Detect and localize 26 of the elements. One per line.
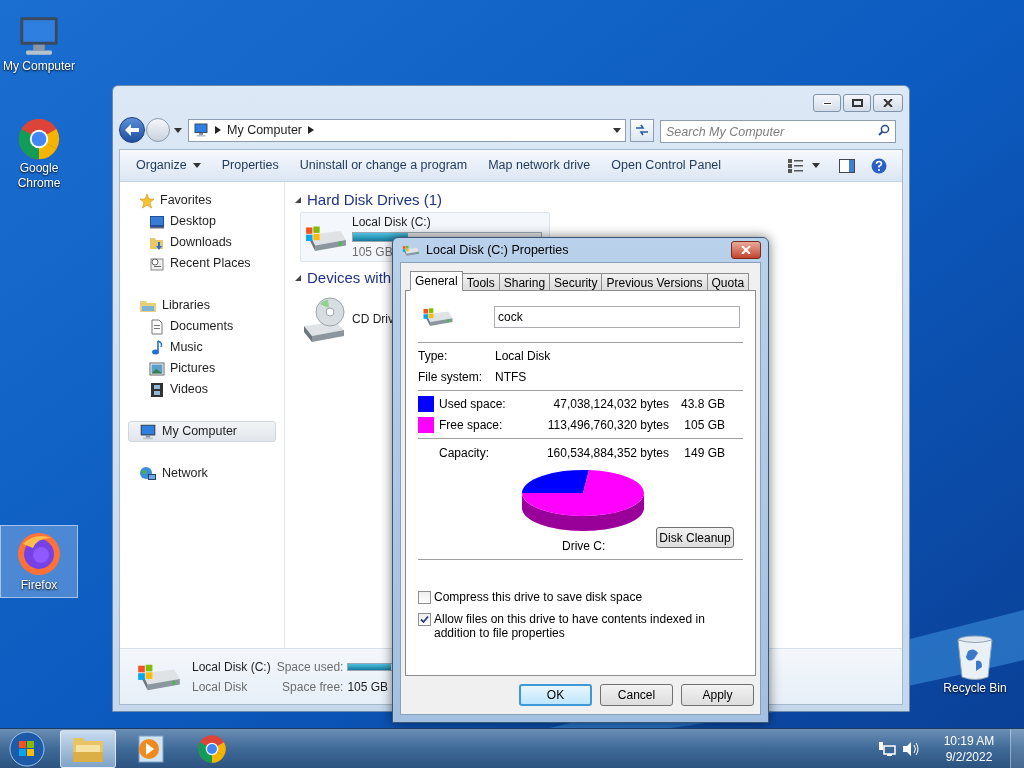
- free-space-value: 105 GB: [347, 678, 390, 696]
- property-value: NTFS: [495, 369, 527, 386]
- drive-name: Local Disk (C:): [192, 658, 271, 676]
- property-label: Type:: [418, 348, 449, 365]
- byte-count: 47,038,124,032 bytes: [552, 396, 669, 413]
- property-value: Local Disk: [495, 348, 551, 365]
- drive-name: Local Disk (C:): [352, 214, 431, 231]
- field-label: Space used:: [276, 658, 344, 676]
- group-header: Hard Disk Drives (1): [307, 189, 442, 210]
- checkbox-label: Compress this drive to save disk space: [434, 590, 643, 604]
- drive-type: Local Disk: [192, 678, 249, 696]
- size-value: 105 GB: [683, 417, 725, 434]
- usage-label: Free space:: [439, 417, 504, 434]
- group-header: Devices with: [307, 267, 392, 288]
- checkbox-label: Allow files on this drive to have contents indexed in addition to file properties: [434, 612, 706, 640]
- drive-free-space: 105 GB: [352, 244, 393, 261]
- property-label: File system:: [418, 369, 483, 386]
- dialog-title: Local Disk (C:) Properties: [426, 241, 569, 259]
- usage-label: Capacity:: [439, 445, 491, 462]
- size-value: 43.8 GB: [679, 396, 725, 413]
- usage-label: Used space:: [439, 396, 507, 413]
- byte-count: 113,496,760,320 bytes: [546, 417, 669, 434]
- drive-caption: Drive C:: [562, 538, 607, 555]
- size-value: 149 GB: [683, 445, 725, 462]
- field-label: Space free:: [281, 678, 344, 696]
- byte-count: 160,534,884,352 bytes: [545, 445, 669, 462]
